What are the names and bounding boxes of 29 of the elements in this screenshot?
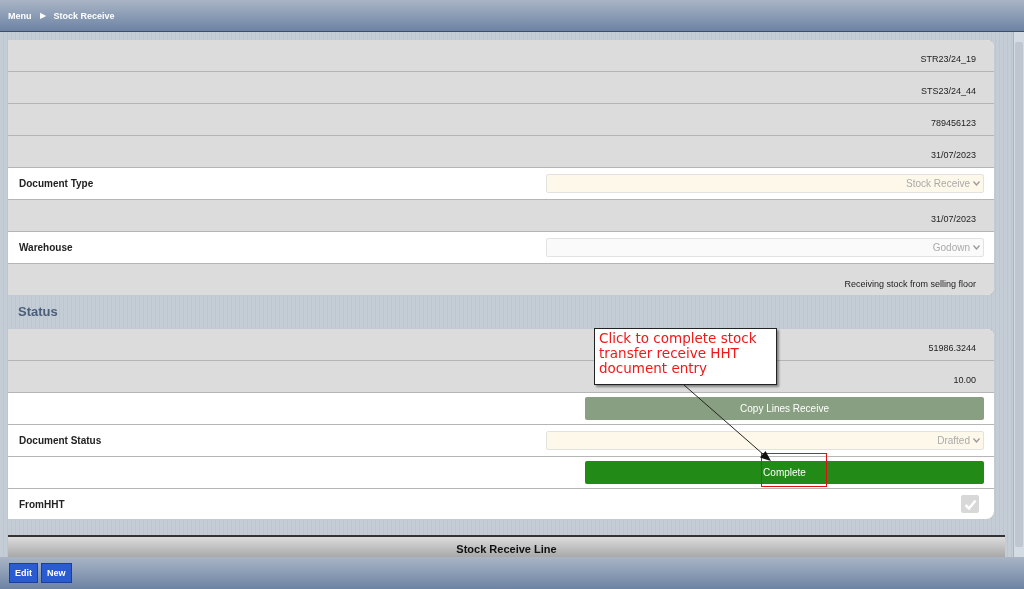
field-label: FromHHT: [18, 498, 66, 510]
field-label: Document Status: [18, 434, 103, 446]
breadcrumb-link[interactable]: Menu: [8, 10, 32, 21]
dropdown-field[interactable]: Godown: [546, 238, 984, 257]
scrollbar[interactable]: [1013, 32, 1024, 557]
field-value: 31/07/2023: [930, 150, 976, 160]
field-label: Document Type: [18, 178, 95, 189]
breadcrumb-separator: ▶: [39, 11, 46, 20]
toolbar-button[interactable]: Edit: [9, 563, 38, 583]
field-value: STS23/24_44: [920, 86, 976, 96]
dropdown-field[interactable]: Drafted: [546, 430, 984, 450]
chevron-icon: [973, 245, 980, 250]
dropdown-field[interactable]: Stock Receive: [546, 174, 984, 193]
toolbar-button[interactable]: New: [41, 563, 72, 583]
field-value: 789456123: [930, 118, 976, 128]
field-value: STR23/24_19: [920, 54, 976, 64]
field-value: 51986.3244: [928, 342, 976, 353]
chevron-icon: [973, 437, 980, 443]
field-value: 10.00: [953, 374, 976, 385]
annotation-callout: Click to complete stock transfer receive HHT document entry: [594, 328, 777, 385]
field-label: Warehouse: [18, 242, 74, 253]
highlight-frame: [761, 453, 827, 487]
field-value: 31/07/2023: [930, 214, 976, 224]
chevron-icon: [973, 181, 980, 186]
action-button[interactable]: Complete: [585, 460, 984, 484]
section-title: Status: [17, 303, 59, 322]
tab-header[interactable]: Stock Receive Line: [8, 535, 1005, 557]
field-value: Receiving stock from selling floor: [844, 279, 976, 289]
page-title: Stock Receive: [53, 10, 115, 21]
